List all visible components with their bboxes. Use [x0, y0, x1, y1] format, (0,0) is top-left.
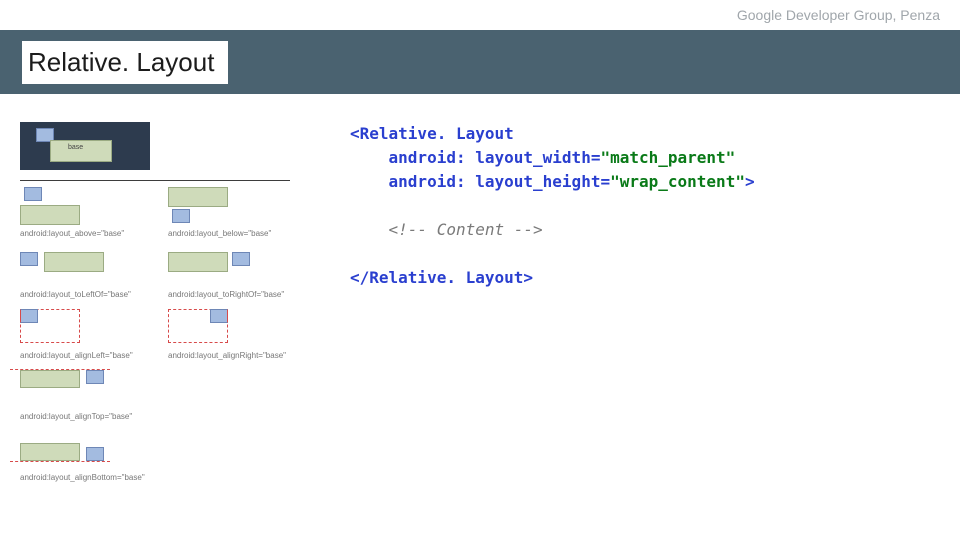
caption-below: android:layout_below="base": [168, 229, 308, 238]
diagram-alignleft: [20, 309, 150, 349]
code-comment: <!-- Content -->: [389, 220, 543, 239]
caption-aligntop: android:layout_alignTop="base": [20, 412, 160, 421]
header-note: Google Developer Group, Penza: [0, 0, 960, 30]
slide-content: base android:layout_above="base" android…: [0, 94, 960, 492]
diagram-alignright: [168, 309, 298, 349]
diagram-below: [168, 187, 298, 227]
caption-torightof: android:layout_toRightOf="base": [168, 290, 308, 299]
code-attr1-name: android: layout_width=: [389, 148, 601, 167]
caption-toleftof: android:layout_toLeftOf="base": [20, 290, 160, 299]
code-open-close: >: [745, 172, 755, 191]
diagram-alignbottom: [20, 431, 150, 471]
title-bar: Relative. Layout: [0, 30, 960, 94]
code-attr2-val: "wrap_content": [610, 172, 745, 191]
code-pre: <Relative. Layout android: layout_width=…: [350, 122, 950, 290]
caption-alignbottom: android:layout_alignBottom="base": [20, 473, 160, 482]
page-title: Relative. Layout: [22, 41, 228, 84]
code-open-tag: <Relative. Layout: [350, 124, 514, 143]
header-note-text: Google Developer Group, Penza: [737, 7, 940, 23]
diagram-aligntop: [20, 370, 150, 410]
code-attr1-val: "match_parent": [600, 148, 735, 167]
caption-above: android:layout_above="base": [20, 229, 160, 238]
code-close-tag: </Relative. Layout>: [350, 268, 533, 287]
code-attr2-name: android: layout_height=: [389, 172, 611, 191]
code-block: <Relative. Layout android: layout_width=…: [320, 122, 950, 492]
base-label: base: [68, 144, 83, 151]
caption-alignright: android:layout_alignRight="base": [168, 351, 308, 360]
divider: [20, 180, 290, 181]
diagram-base: base: [20, 122, 150, 170]
diagram-toleftof: [20, 248, 150, 288]
diagram-column: base android:layout_above="base" android…: [20, 122, 320, 492]
caption-alignleft: android:layout_alignLeft="base": [20, 351, 160, 360]
diagram-torightof: [168, 248, 298, 288]
diagram-above: [20, 187, 150, 227]
